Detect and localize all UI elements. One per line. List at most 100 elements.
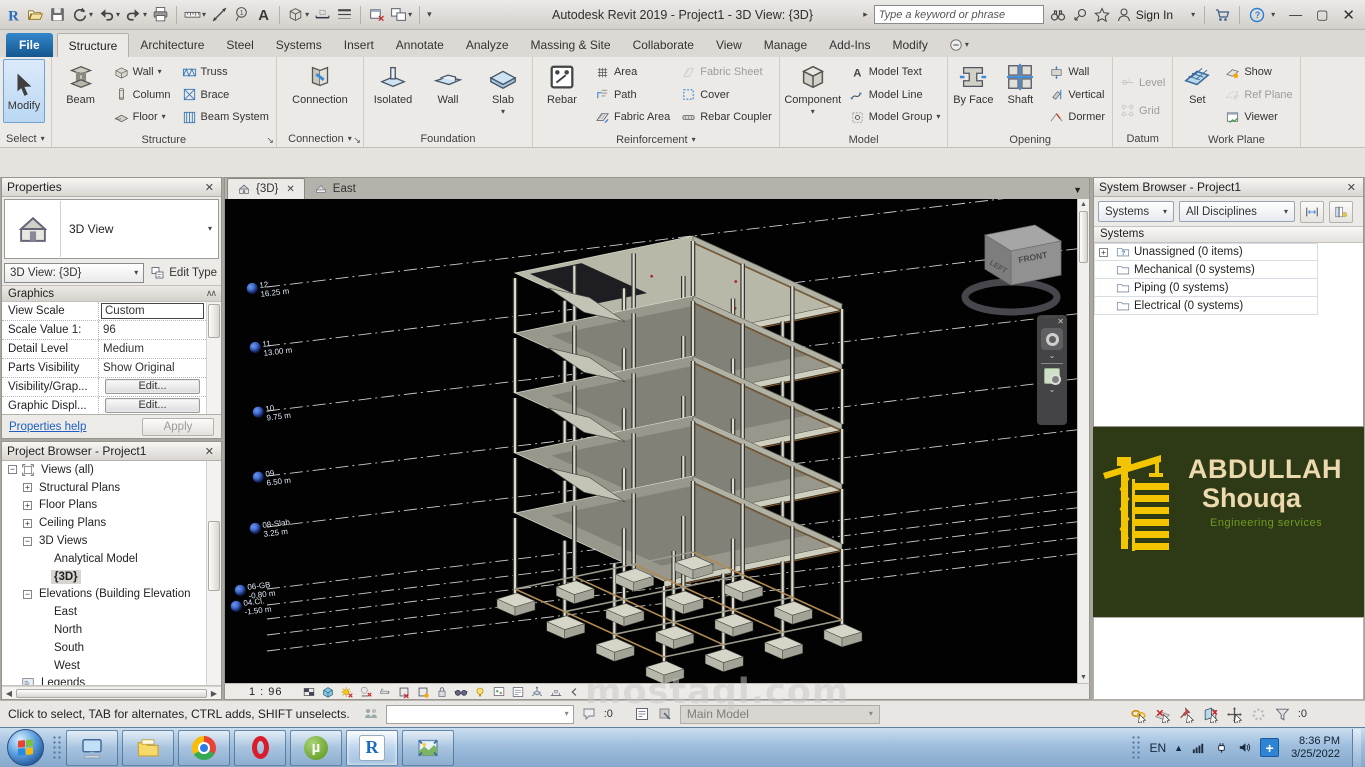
model-group-button[interactable]: Model Group ▾ xyxy=(846,106,945,128)
system-browser-header[interactable]: System Browser - Project1 ✕ xyxy=(1094,178,1363,197)
ribbon-display-toggle[interactable]: ▾ xyxy=(945,33,973,57)
taskbar-photo-viewer-button[interactable] xyxy=(402,729,454,766)
tree-item-ceiling-plans[interactable]: + Ceiling Plans xyxy=(2,514,221,532)
wall-opening-button[interactable]: Wall xyxy=(1045,61,1109,83)
type-selector[interactable]: 3D View ▾ xyxy=(4,199,219,259)
apply-button[interactable]: Apply xyxy=(142,417,214,436)
app-store-icon[interactable] xyxy=(1214,7,1230,23)
close-icon[interactable]: ✕ xyxy=(1345,181,1358,194)
connection-panel-label[interactable]: Connection ▾ ↘ xyxy=(277,130,363,147)
power-plug-icon[interactable] xyxy=(1214,740,1229,755)
switch-windows-button[interactable]: ▾ xyxy=(389,5,413,24)
ribbon-tab-manage[interactable]: Manage xyxy=(753,33,818,57)
system-item-electrical-0-systems[interactable]: Electrical (0 systems) xyxy=(1094,297,1318,315)
close-view-tab-icon[interactable]: ✕ xyxy=(286,184,294,195)
rebar-button[interactable]: Rebar xyxy=(536,59,588,106)
beam-system-button[interactable]: Beam System xyxy=(178,106,273,128)
text-button[interactable]: A xyxy=(254,5,273,24)
open-button[interactable] xyxy=(26,5,45,24)
select-pinned-elements-toggle[interactable] xyxy=(1178,706,1195,723)
tree-item-south[interactable]: South xyxy=(2,639,221,657)
sign-in-button[interactable]: Sign In ▾ xyxy=(1116,7,1195,23)
edit-button[interactable]: Edit... xyxy=(105,379,200,394)
component-button[interactable]: Component ▾ xyxy=(783,59,843,116)
tree-item-legends[interactable]: Legends xyxy=(2,675,221,685)
isolated-foundation-button[interactable]: Isolated xyxy=(367,59,419,106)
select-elements-by-face-toggle[interactable] xyxy=(1202,706,1219,723)
fabric-area-button[interactable]: Fabric Area xyxy=(591,106,674,128)
design-options-icon[interactable] xyxy=(634,706,650,722)
column-settings-button[interactable] xyxy=(1329,200,1353,223)
viewport-scrollbar[interactable]: ▲ ▼ xyxy=(1077,199,1089,683)
lock-3d-view-icon[interactable] xyxy=(435,685,449,699)
network-signal-icon[interactable] xyxy=(1191,740,1206,755)
property-value[interactable]: Medium xyxy=(99,340,206,358)
system-item-unassigned-0-items[interactable]: +? Unassigned (0 items) xyxy=(1094,243,1318,261)
properties-help-link[interactable]: Properties help xyxy=(9,421,86,433)
filter-button[interactable] xyxy=(1274,706,1291,723)
systems-column-header[interactable]: Systems xyxy=(1094,226,1363,243)
collapse-icon[interactable]: − xyxy=(23,536,32,546)
close-icon[interactable]: ✕ xyxy=(203,181,216,194)
minimize-button[interactable]: — xyxy=(1289,7,1302,22)
tree-item-elevations-building-elevation[interactable]: − Elevations (Building Elevation xyxy=(2,586,221,604)
taskbar-chrome-button[interactable] xyxy=(178,729,230,766)
revit-logo-icon[interactable]: R xyxy=(6,6,23,23)
slab-foundation-button[interactable]: Slab ▾ xyxy=(477,59,529,116)
worksharing-display-icon[interactable] xyxy=(492,685,506,699)
displaced-elements-icon[interactable] xyxy=(530,685,544,699)
show-rendering-dialog-icon[interactable] xyxy=(378,685,392,699)
edit-type-button[interactable]: Edit Type xyxy=(148,265,219,281)
floor-button[interactable]: Floor ▾ xyxy=(110,106,175,128)
ribbon-tab-analyze[interactable]: Analyze xyxy=(455,33,520,57)
ribbon-tab-massing-site[interactable]: Massing & Site xyxy=(520,33,622,57)
ribbon-tab-systems[interactable]: Systems xyxy=(265,33,333,57)
foundation-panel-label[interactable]: Foundation xyxy=(364,130,532,147)
search-input[interactable] xyxy=(873,5,1044,24)
more-controls-icon[interactable] xyxy=(568,685,582,699)
close-hidden-windows-button[interactable]: ✕ xyxy=(367,5,386,24)
drawing-canvas[interactable]: FRONT LEFT 12 16.25 m 11 13.00 m 10 9.75 m 09 6… xyxy=(225,199,1078,683)
clock[interactable]: 8:36 PM 3/25/2022 xyxy=(1291,735,1340,761)
ribbon-tab-view[interactable]: View xyxy=(705,33,753,57)
select-links-toggle[interactable] xyxy=(1130,706,1147,723)
active-workset-dropdown[interactable]: ▾ xyxy=(385,704,574,724)
ribbon-tab-collaborate[interactable]: Collaborate xyxy=(622,33,705,57)
project-browser-header[interactable]: Project Browser - Project1 ✕ xyxy=(2,442,221,461)
viewer-button[interactable]: Viewer xyxy=(1221,106,1296,128)
dormer-opening-button[interactable]: Dormer xyxy=(1045,106,1109,128)
default-3d-view-button[interactable]: ▾ xyxy=(286,5,310,24)
tree-item-floor-plans[interactable]: + Floor Plans xyxy=(2,497,221,515)
visual-style-icon[interactable] xyxy=(321,685,335,699)
brace-button[interactable]: Brace xyxy=(178,84,273,106)
ribbon-tab-modify[interactable]: Modify xyxy=(881,33,938,57)
column-button[interactable]: Column xyxy=(110,84,175,106)
expand-icon[interactable]: + xyxy=(23,519,32,528)
zoom-button[interactable] xyxy=(1044,368,1061,385)
drag-elements-on-selection-toggle[interactable] xyxy=(1226,706,1243,723)
expand-icon[interactable]: + xyxy=(23,483,32,493)
select-underlay-elements-toggle[interactable] xyxy=(1154,706,1171,723)
temporary-hide-isolate-icon[interactable] xyxy=(454,685,468,699)
customize-qat-button[interactable]: ▾ xyxy=(426,9,433,20)
view-tab-list-dropdown[interactable]: ▼ xyxy=(1073,185,1089,199)
rebar-coupler-button[interactable]: Rebar Coupler xyxy=(677,106,776,128)
close-button[interactable]: ✕ xyxy=(1342,6,1355,24)
tray-app-icon[interactable]: + xyxy=(1260,738,1280,757)
instance-selector[interactable]: 3D View: {3D} ▾ xyxy=(4,263,145,283)
wall-button[interactable]: Wall ▾ xyxy=(110,61,175,83)
shaft-opening-button[interactable]: Shaft xyxy=(998,59,1042,106)
autofit-columns-button[interactable] xyxy=(1300,200,1324,223)
taskbar-explorer-button[interactable] xyxy=(122,729,174,766)
type-selector-dropdown-icon[interactable]: ▾ xyxy=(208,225,218,233)
modify-button[interactable]: Modify xyxy=(3,59,45,123)
view-tab-east[interactable]: East xyxy=(305,178,365,199)
view-tab-3d[interactable]: {3D} ✕ xyxy=(227,178,305,199)
tree-item-north[interactable]: North xyxy=(2,621,221,639)
property-value[interactable]: Custom xyxy=(101,303,204,319)
properties-header[interactable]: Properties ✕ xyxy=(2,178,221,197)
beam-button[interactable]: Beam xyxy=(55,59,107,106)
show-work-plane-button[interactable]: Show xyxy=(1221,61,1296,83)
print-button[interactable] xyxy=(151,5,170,24)
expand-icon[interactable]: + xyxy=(1099,247,1108,257)
